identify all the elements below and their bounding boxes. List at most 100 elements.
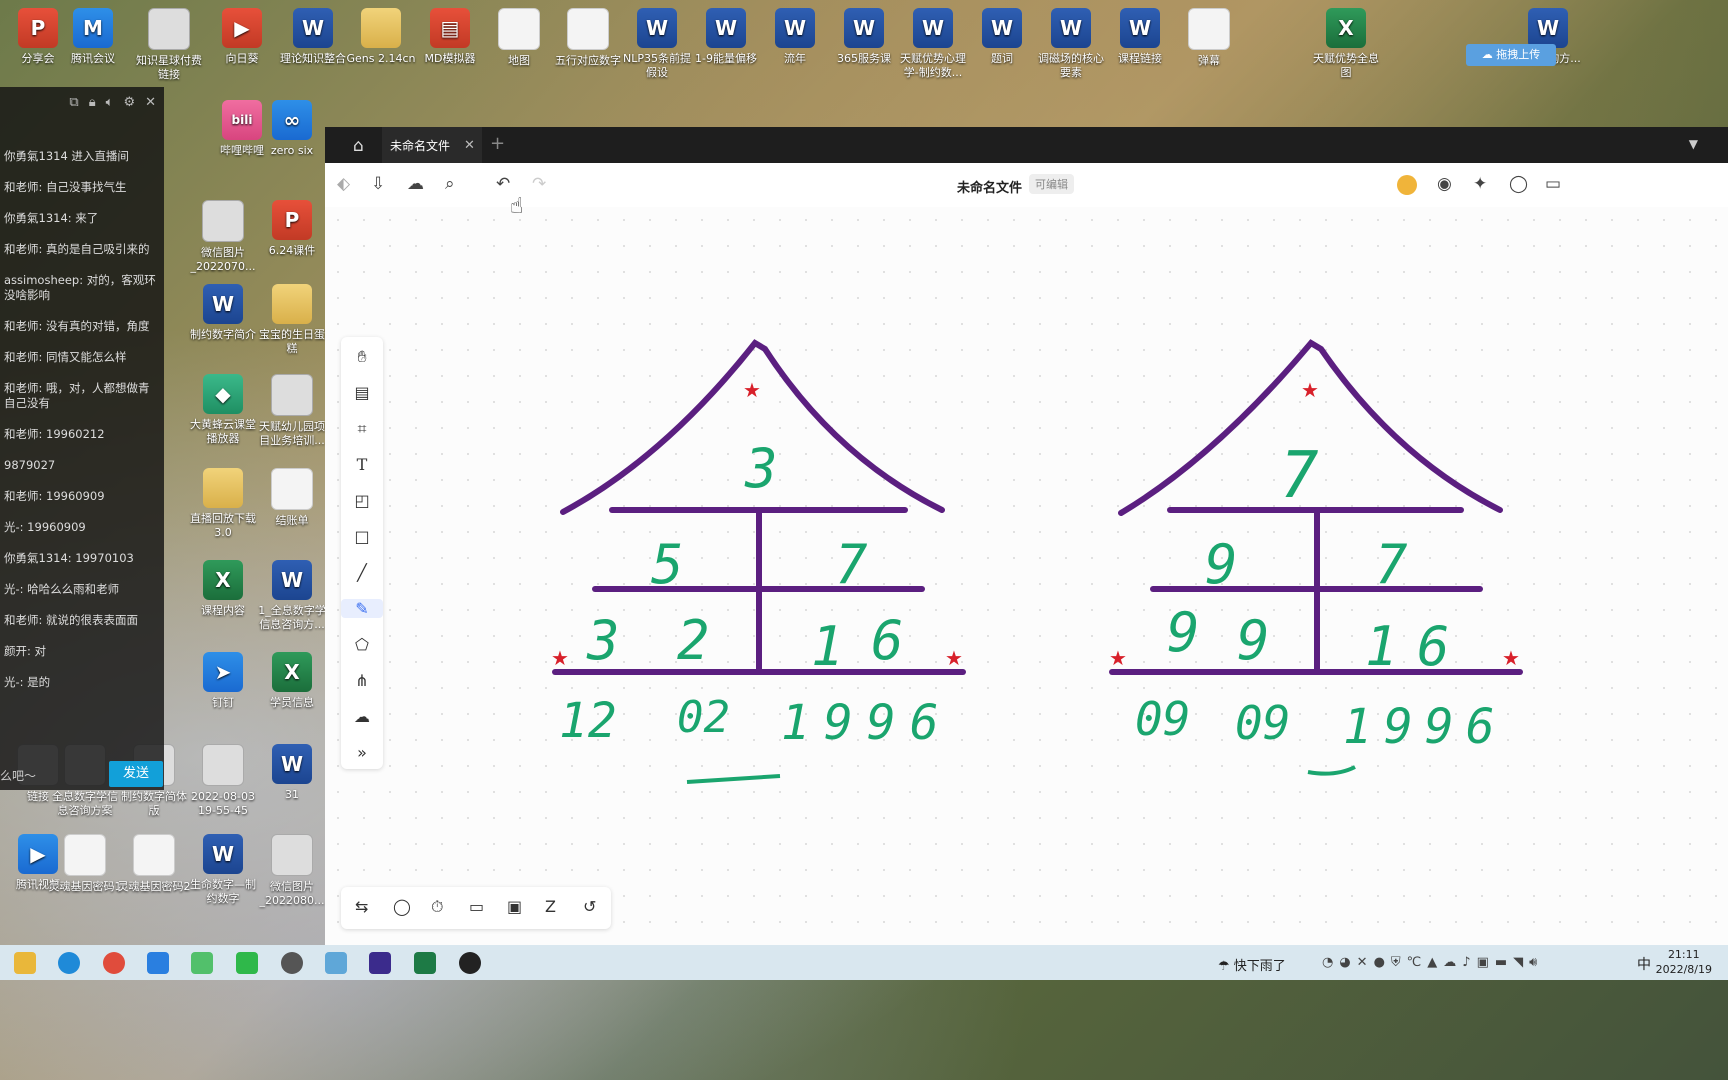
polygon-icon[interactable]: ⬠ (341, 635, 383, 654)
desktop-icon[interactable]: 直播回放下载3.0 (185, 468, 261, 540)
layout-icon[interactable]: ▭ (1545, 174, 1561, 194)
template-icon[interactable]: ▤ (341, 383, 383, 402)
pen-icon[interactable]: ✎ (341, 599, 383, 618)
player-icon[interactable] (191, 952, 213, 974)
lock-icon[interactable]: 🔒︎ (89, 95, 96, 110)
more-icon[interactable]: » (341, 743, 383, 762)
desktop-icon[interactable]: W 课程链接 (1102, 8, 1178, 66)
weather-widget[interactable]: ☂ 快下雨了 (1218, 955, 1286, 974)
document-title[interactable]: 未命名文件 (957, 177, 1022, 196)
desktop-icon[interactable]: X 课程内容 (185, 560, 261, 618)
desktop-icon[interactable]: 地图 (481, 8, 557, 68)
timer-icon[interactable]: ⏱︎ (431, 897, 443, 917)
desktop-icon[interactable]: 宝宝的生日蛋糕 (254, 284, 330, 356)
celebrate-icon[interactable]: ✦ (1473, 174, 1487, 194)
rectangle-icon[interactable]: □ (341, 527, 383, 546)
desktop-icon[interactable]: P 6.24课件 (254, 200, 330, 258)
chevron-down-icon[interactable]: ▼ (1689, 137, 1698, 151)
excel-icon[interactable] (414, 952, 436, 974)
close-icon[interactable]: ✕ (145, 95, 156, 110)
download-icon[interactable]: ⇩ (371, 174, 385, 194)
desktop-icon[interactable]: X 天赋优势全息图 (1308, 8, 1384, 80)
comment-icon[interactable]: ◯ (1509, 174, 1528, 194)
desktop-icon[interactable]: W 理论知识整合 (275, 8, 351, 66)
chrome-icon[interactable] (103, 952, 125, 974)
upload-icon[interactable]: ☁ (341, 707, 383, 726)
notes-icon[interactable] (369, 952, 391, 974)
tool-icon[interactable] (325, 952, 347, 974)
desktop-icon[interactable]: W 调磁场的核心要素 (1033, 8, 1109, 80)
new-tab-icon[interactable]: + (490, 133, 505, 154)
desktop-icon[interactable]: W NLP35条前提假设 (619, 8, 695, 80)
desktop-icon[interactable]: Gens 2.14cn (343, 8, 419, 66)
comment-box-icon[interactable]: ▭ (469, 897, 484, 916)
obs-icon[interactable] (459, 952, 481, 974)
desktop-icon[interactable]: 灵魂基因密码2 (116, 834, 192, 894)
tab-untitled[interactable]: 未命名文件 ✕ (382, 127, 482, 163)
desktop-icon[interactable]: W 题词 (964, 8, 1040, 66)
desktop-icon[interactable]: 知识星球付费链接 (131, 8, 207, 82)
history-icon[interactable]: ↺ (583, 897, 596, 916)
text-tool-icon[interactable]: T (341, 455, 383, 474)
desktop-icon[interactable]: W 天赋优势心理学-制约数... (895, 8, 971, 80)
desktop-icon-label: 理论知识整合 (280, 52, 346, 65)
app-icon[interactable] (147, 952, 169, 974)
line-icon[interactable]: ╱ (341, 563, 383, 582)
word-file-icon: W (775, 8, 815, 48)
video-icon[interactable]: ▣ (507, 897, 522, 916)
clock[interactable]: 21:11 2022/8/19 (1656, 947, 1712, 977)
desktop-icon[interactable]: 天赋幼儿园项目业务培训... (254, 374, 330, 448)
mindmap-icon[interactable]: ⋔ (341, 671, 383, 690)
desktop-icon[interactable]: M 腾讯会议 (55, 8, 131, 66)
ime-indicator[interactable]: 中 (1637, 954, 1651, 974)
present-icon[interactable]: ◉ (1437, 174, 1452, 194)
swap-icon[interactable]: ⇆ (355, 897, 368, 916)
cloud-upload-button[interactable]: ☁ 拖拽上传 (1466, 44, 1556, 66)
desktop-icon[interactable]: ▶ 向日葵 (204, 8, 280, 66)
desktop-icon[interactable]: W 31 (254, 744, 330, 802)
send-button[interactable]: 发送 (109, 761, 163, 787)
avatar[interactable] (1397, 175, 1417, 195)
desktop-icon[interactable]: W 流年 (757, 8, 833, 66)
close-tab-icon[interactable]: ✕ (464, 138, 475, 153)
popout-icon[interactable]: ⧉ (69, 95, 78, 110)
desktop-icon[interactable]: ∞ zero six (254, 100, 330, 158)
desktop-icon[interactable]: W 1_全息数字学信息咨询方... (254, 560, 330, 632)
desktop-icon[interactable]: W 1-9能量偏移 (688, 8, 764, 66)
desktop-icon[interactable]: 五行对应数字 (550, 8, 626, 68)
desktop-icon[interactable]: 弹幕 (1171, 8, 1247, 68)
mute-icon[interactable]: 🔈︎ (106, 95, 114, 110)
hand-icon[interactable]: ✋︎ (341, 347, 383, 367)
cloud-sync-icon[interactable]: ☁ (407, 174, 424, 194)
desktop-icon[interactable]: X 学员信息 (254, 652, 330, 710)
desktop-icon[interactable]: ➤ 钉钉 (185, 652, 261, 710)
desktop-icon[interactable]: 微信图片_2022080... (254, 834, 330, 908)
frame-icon[interactable]: ⌗ (341, 419, 383, 439)
desktop-icon[interactable]: 微信图片_2022070... (185, 200, 261, 274)
desktop-icon[interactable]: ◆ 大黄蜂云课堂播放器 (185, 374, 261, 446)
search-icon[interactable]: ⌕ (445, 174, 455, 194)
home-icon[interactable]: ⌂ (353, 136, 364, 156)
chat-bubble-icon[interactable]: ◯ (393, 897, 411, 916)
chat-input[interactable]: 么吧～ (0, 767, 36, 784)
desktop-icon[interactable]: W 365服务课 (826, 8, 902, 66)
undo-icon[interactable]: ↶ (496, 174, 510, 194)
whiteboard-canvas[interactable]: ★ ★ ★ 3 5 7 3 2 1 6 12 02 1996 ★ ★ ★ 7 9… (325, 207, 1728, 945)
sleep-icon[interactable]: Z (545, 897, 556, 916)
desktop-icon[interactable]: 结账单 (254, 468, 330, 528)
tag-icon[interactable]: ⬖ (337, 174, 350, 194)
desktop-icon[interactable]: W 制约数字简介 (185, 284, 261, 342)
file-explorer-icon[interactable] (14, 952, 36, 974)
tray-icons[interactable]: ◔◕✕●⛨℃▲☁♪▣▬◥🔊︎ (1322, 955, 1543, 970)
desktop-icon[interactable]: ▤ MD模拟器 (412, 8, 488, 66)
edge-icon[interactable] (58, 952, 80, 974)
wechat-icon[interactable] (236, 952, 258, 974)
desktop-icon[interactable]: 灵魂基因密码1 (47, 834, 123, 894)
desktop-icon[interactable]: 2022-08-03 19-55-45 (185, 744, 261, 818)
desktop-icon[interactable]: W 生命数字—制约数字 (185, 834, 261, 906)
avatar-app-icon[interactable] (281, 952, 303, 974)
gear-icon[interactable]: ⚙ (123, 95, 135, 110)
word-file-icon: W (706, 8, 746, 48)
redo-icon[interactable]: ↷ (532, 174, 546, 194)
sticky-note-icon[interactable]: ◰ (341, 491, 383, 510)
